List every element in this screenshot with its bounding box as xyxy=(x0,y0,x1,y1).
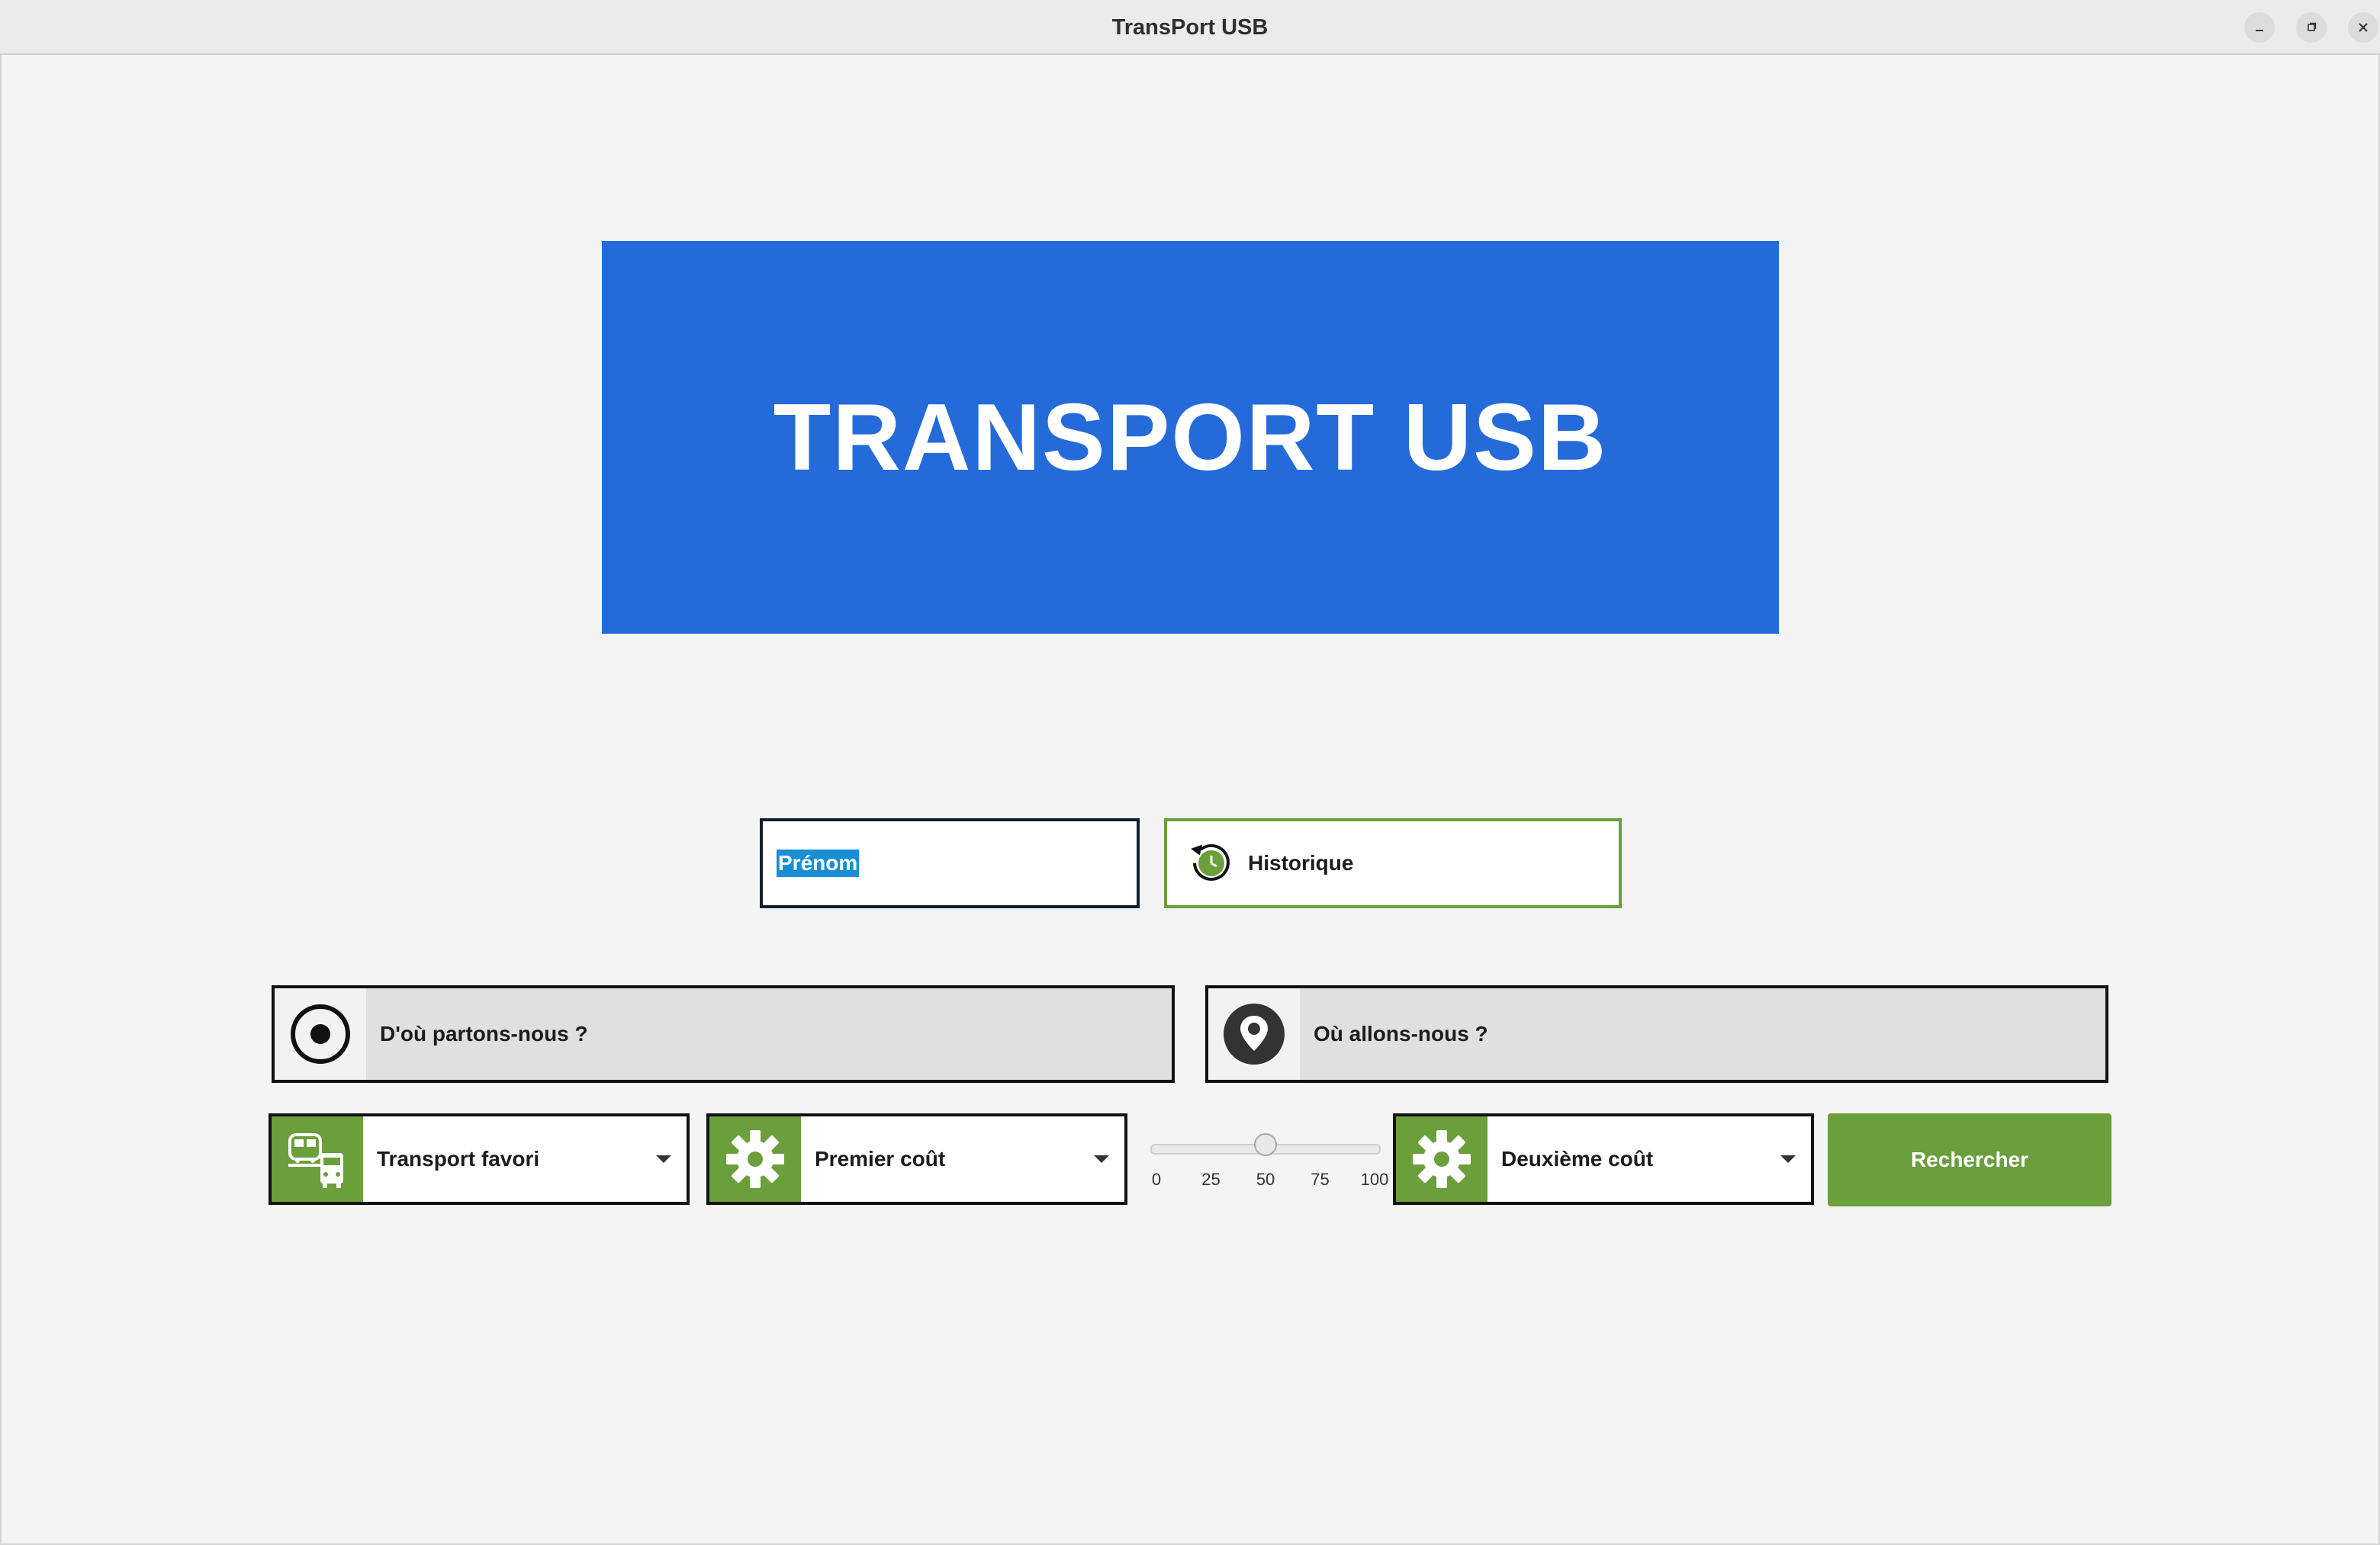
chevron-down-icon xyxy=(1094,1155,1109,1163)
second-cost-select[interactable]: Deuxième coût xyxy=(1393,1113,1814,1205)
transport-favorite-select[interactable]: Transport favori xyxy=(269,1113,690,1205)
slider-tick-label: 100 xyxy=(1360,1170,1389,1189)
transport-favorite-value: Transport favori xyxy=(377,1147,540,1171)
gear-icon xyxy=(726,1130,784,1188)
maximize-icon xyxy=(2308,22,2317,31)
origin-icon-box xyxy=(275,988,366,1080)
slider-tick-label: 75 xyxy=(1311,1170,1330,1189)
second-cost-value: Deuxième coût xyxy=(1501,1147,1654,1171)
slider-thumb[interactable] xyxy=(1254,1133,1277,1156)
first-cost-icon-box xyxy=(709,1116,801,1202)
first-cost-value: Premier coût xyxy=(815,1147,946,1171)
slider-tick-label: 25 xyxy=(1201,1170,1221,1189)
banner-title: TRANSPORT USB xyxy=(773,384,1608,490)
first-name-input[interactable]: Prénom xyxy=(760,818,1140,908)
maximize-button[interactable] xyxy=(2296,12,2327,43)
slider-tick-label: 0 xyxy=(1151,1170,1162,1189)
radio-target-icon xyxy=(291,1004,350,1064)
history-button[interactable]: Historique xyxy=(1164,818,1622,908)
search-button[interactable]: Rechercher xyxy=(1828,1113,2111,1206)
destination-input[interactable]: Où allons-nous ? xyxy=(1205,985,2108,1083)
title-bar: TransPort USB xyxy=(0,0,2380,55)
history-label: Historique xyxy=(1248,851,1354,875)
chevron-down-icon xyxy=(1780,1155,1796,1163)
close-button[interactable] xyxy=(2348,12,2378,43)
slider-tick-label: 50 xyxy=(1256,1170,1275,1189)
train-bus-icon xyxy=(288,1133,343,1188)
destination-icon-box xyxy=(1208,988,1300,1080)
first-name-value: Prénom xyxy=(777,850,860,877)
close-icon xyxy=(2359,23,2368,32)
location-pin-icon xyxy=(1224,1004,1285,1065)
transport-icon-box xyxy=(272,1116,363,1202)
search-button-label: Rechercher xyxy=(1910,1148,2029,1171)
second-cost-icon-box xyxy=(1396,1116,1488,1202)
gear-icon xyxy=(1413,1130,1471,1188)
destination-placeholder: Où allons-nous ? xyxy=(1314,1022,1488,1046)
window-title: TransPort USB xyxy=(1111,15,1269,40)
origin-placeholder: D'où partons-nous ? xyxy=(380,1022,588,1046)
origin-input[interactable]: D'où partons-nous ? xyxy=(272,985,1175,1083)
history-clock-icon xyxy=(1191,843,1230,881)
app-banner: TRANSPORT USB xyxy=(602,241,1779,634)
minimize-button[interactable] xyxy=(2244,12,2275,43)
cost-balance-slider[interactable]: 0 25 50 75 100 xyxy=(1144,1127,1390,1196)
chevron-down-icon xyxy=(656,1155,671,1163)
first-cost-select[interactable]: Premier coût xyxy=(706,1113,1127,1205)
minimize-icon xyxy=(2256,30,2263,31)
